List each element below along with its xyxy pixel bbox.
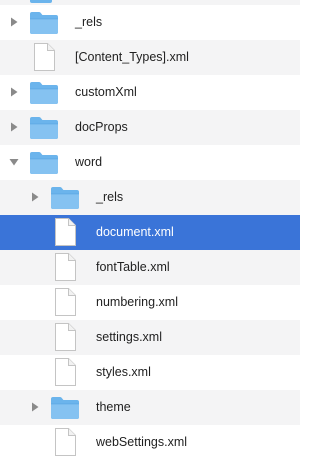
item-name: theme: [96, 400, 131, 414]
item-name: settings.xml: [96, 330, 162, 344]
file-row[interactable]: fontTable.xml: [0, 250, 300, 285]
item-name: numbering.xml: [96, 295, 178, 309]
document-icon: [28, 43, 60, 71]
document-icon: [49, 358, 81, 386]
disclosure-triangle-right-icon[interactable]: [8, 121, 20, 133]
folder-row[interactable]: word: [0, 145, 300, 180]
item-name: docProps: [75, 120, 128, 134]
file-row[interactable]: settings.xml: [0, 320, 300, 355]
item-name: _rels: [75, 15, 103, 29]
document-icon: [49, 218, 81, 246]
document-icon: [49, 428, 81, 456]
folder-row[interactable]: docProps: [0, 110, 300, 145]
file-row[interactable]: numbering.xml: [0, 285, 300, 320]
item-name: document.xml: [96, 225, 174, 239]
folder-icon: [28, 10, 60, 36]
item-name: [Content_Types].xml: [75, 50, 189, 64]
disclosure-triangle-down-icon[interactable]: [8, 156, 20, 168]
file-row[interactable]: webSettings.xml: [0, 425, 300, 460]
file-row[interactable]: styles.xml: [0, 355, 300, 390]
disclosure-triangle-right-icon[interactable]: [8, 86, 20, 98]
item-name: webSettings.xml: [96, 435, 188, 449]
disclosure-triangle-right-icon[interactable]: [29, 401, 41, 413]
folder-row[interactable]: theme: [0, 390, 300, 425]
folder-icon: [28, 80, 60, 106]
file-row[interactable]: [Content_Types].xml: [0, 40, 300, 75]
folder-icon: [28, 115, 60, 141]
disclosure-triangle-right-icon[interactable]: [29, 191, 41, 203]
folder-row[interactable]: _rels: [0, 5, 300, 40]
folder-icon: [49, 395, 81, 421]
document-icon: [49, 288, 81, 316]
document-icon: [49, 323, 81, 351]
folder-row[interactable]: customXml: [0, 75, 300, 110]
item-name: _rels: [96, 190, 124, 204]
folder-icon: [28, 150, 60, 176]
item-name: styles.xml: [96, 365, 151, 379]
item-name: word: [75, 155, 103, 169]
file-tree: _rels [Content_Types].xml customXml docProp…: [0, 0, 300, 464]
document-icon: [49, 253, 81, 281]
item-name: fontTable.xml: [96, 260, 170, 274]
folder-row[interactable]: _rels: [0, 180, 300, 215]
file-row[interactable]: document.xml: [0, 215, 300, 250]
folder-icon: [49, 185, 81, 211]
item-name: customXml: [75, 85, 137, 99]
disclosure-triangle-right-icon[interactable]: [8, 16, 20, 28]
folder-icon: [30, 0, 52, 3]
